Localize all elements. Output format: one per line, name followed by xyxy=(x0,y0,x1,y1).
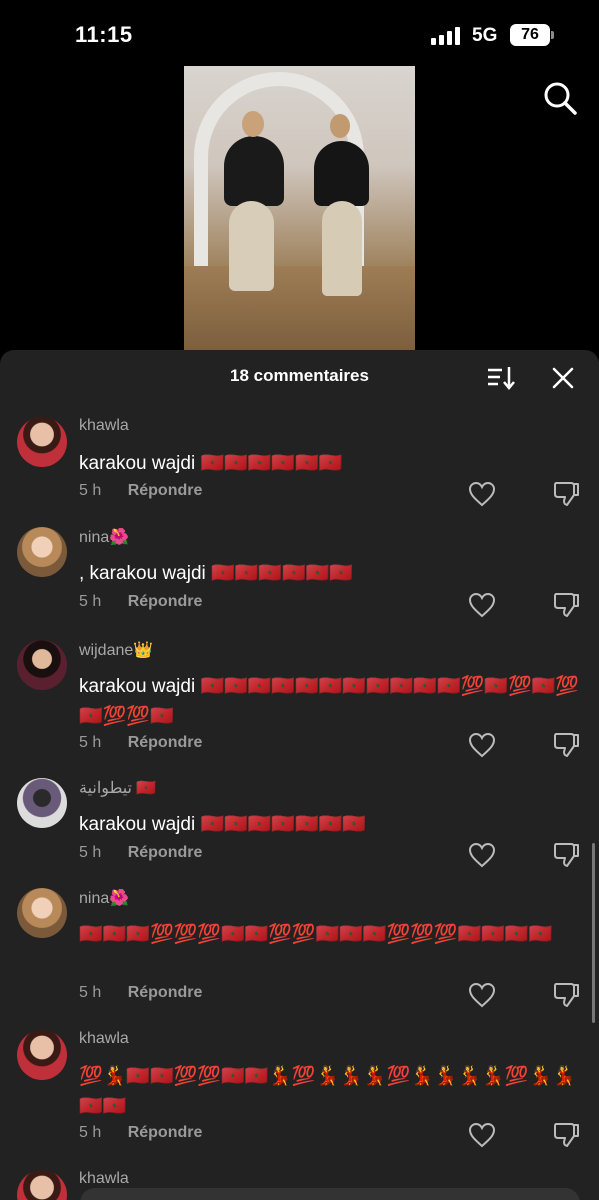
comment-time: 5 h xyxy=(79,844,102,861)
dislike-icon[interactable] xyxy=(552,731,580,759)
status-time: 11:15 xyxy=(75,22,133,47)
comment-username[interactable]: wijdane👑 xyxy=(79,640,153,660)
comment-text: karakou wajdi 🇲🇦🇲🇦🇲🇦🇲🇦🇲🇦🇲🇦 xyxy=(79,453,343,474)
comment-text: , karakou wajdi 🇲🇦🇲🇦🇲🇦🇲🇦🇲🇦🇲🇦 xyxy=(79,563,353,584)
avatar[interactable] xyxy=(17,527,67,577)
comment-input[interactable] xyxy=(80,1188,580,1200)
comment-username[interactable]: nina🌺 xyxy=(79,527,129,547)
comment-username[interactable]: تيطوانية 🇲🇦 xyxy=(79,778,156,798)
comment-meta: 5 h Répondre xyxy=(79,593,202,611)
dislike-icon[interactable] xyxy=(552,1121,580,1149)
scrollbar[interactable] xyxy=(592,843,595,1023)
video-dancer-1-head xyxy=(242,111,264,137)
video-dancer-2 xyxy=(314,141,369,206)
battery-tip xyxy=(551,31,554,39)
status-bar: 11:15 5G 76 xyxy=(0,0,599,66)
comment-username[interactable]: khawla xyxy=(79,1030,129,1048)
avatar[interactable] xyxy=(17,778,67,828)
comment-text: 🇲🇦🇲🇦🇲🇦💯💯💯🇲🇦🇲🇦💯💯🇲🇦🇲🇦🇲🇦💯💯💯🇲🇦🇲🇦🇲🇦🇲🇦 xyxy=(79,924,553,945)
dislike-icon[interactable] xyxy=(552,841,580,869)
signal-icon xyxy=(431,27,461,45)
comment-time: 5 h xyxy=(79,593,102,610)
heart-icon[interactable] xyxy=(468,732,496,758)
heart-icon[interactable] xyxy=(468,592,496,618)
avatar[interactable] xyxy=(17,1030,67,1080)
heart-icon[interactable] xyxy=(468,842,496,868)
video-dancer-2-skirt xyxy=(322,201,362,296)
battery-icon: 76 xyxy=(510,24,550,46)
comment-meta: 5 h Répondre xyxy=(79,844,202,862)
heart-icon[interactable] xyxy=(468,982,496,1008)
dislike-icon[interactable] xyxy=(552,480,580,508)
comment-time: 5 h xyxy=(79,1124,102,1141)
comment-username[interactable]: khawla xyxy=(79,417,129,435)
heart-icon[interactable] xyxy=(468,481,496,507)
dislike-icon[interactable] xyxy=(552,591,580,619)
close-icon[interactable] xyxy=(550,365,576,391)
video-dancer-1-skirt xyxy=(229,201,274,291)
comment-username[interactable]: nina🌺 xyxy=(79,888,129,908)
comment-text: karakou wajdi 🇲🇦🇲🇦🇲🇦🇲🇦🇲🇦🇲🇦🇲🇦 xyxy=(79,814,367,835)
avatar[interactable] xyxy=(17,888,67,938)
avatar[interactable] xyxy=(17,1170,67,1200)
comment-text: 💯💃🇲🇦🇲🇦💯💯🇲🇦🇲🇦💃💯💃💃💃💯💃💃💃💃💯💃💃🇲🇦🇲🇦 xyxy=(79,1066,576,1117)
comment-meta: 5 h Répondre xyxy=(79,984,202,1002)
comment-meta: 5 h Répondre xyxy=(79,482,202,500)
video-dancer-1 xyxy=(224,136,284,206)
search-icon[interactable] xyxy=(540,78,580,118)
sort-icon[interactable] xyxy=(486,364,516,392)
reply-button[interactable]: Répondre xyxy=(128,734,203,751)
heart-icon[interactable] xyxy=(468,1122,496,1148)
video-player[interactable] xyxy=(184,66,415,350)
avatar[interactable] xyxy=(17,417,67,467)
comment-time: 5 h xyxy=(79,482,102,499)
comment-username[interactable]: khawla xyxy=(79,1170,129,1188)
comment-time: 5 h xyxy=(79,734,102,751)
comment-meta: 5 h Répondre xyxy=(79,1124,202,1142)
network-label: 5G xyxy=(472,25,498,46)
comments-sheet: 18 commentaires khawla karakou wajdi 🇲🇦🇲… xyxy=(0,350,599,1200)
reply-button[interactable]: Répondre xyxy=(128,482,203,499)
comment-time: 5 h xyxy=(79,984,102,1001)
avatar[interactable] xyxy=(17,640,67,690)
dislike-icon[interactable] xyxy=(552,981,580,1009)
reply-button[interactable]: Répondre xyxy=(128,1124,203,1141)
video-floor xyxy=(184,266,415,350)
comment-meta: 5 h Répondre xyxy=(79,734,202,752)
reply-button[interactable]: Répondre xyxy=(128,844,203,861)
video-dancer-2-head xyxy=(330,114,350,138)
comment-text: karakou wajdi 🇲🇦🇲🇦🇲🇦🇲🇦🇲🇦🇲🇦🇲🇦🇲🇦🇲🇦🇲🇦🇲🇦💯🇲🇦💯… xyxy=(79,676,579,727)
reply-button[interactable]: Répondre xyxy=(128,984,203,1001)
reply-button[interactable]: Répondre xyxy=(128,593,203,610)
